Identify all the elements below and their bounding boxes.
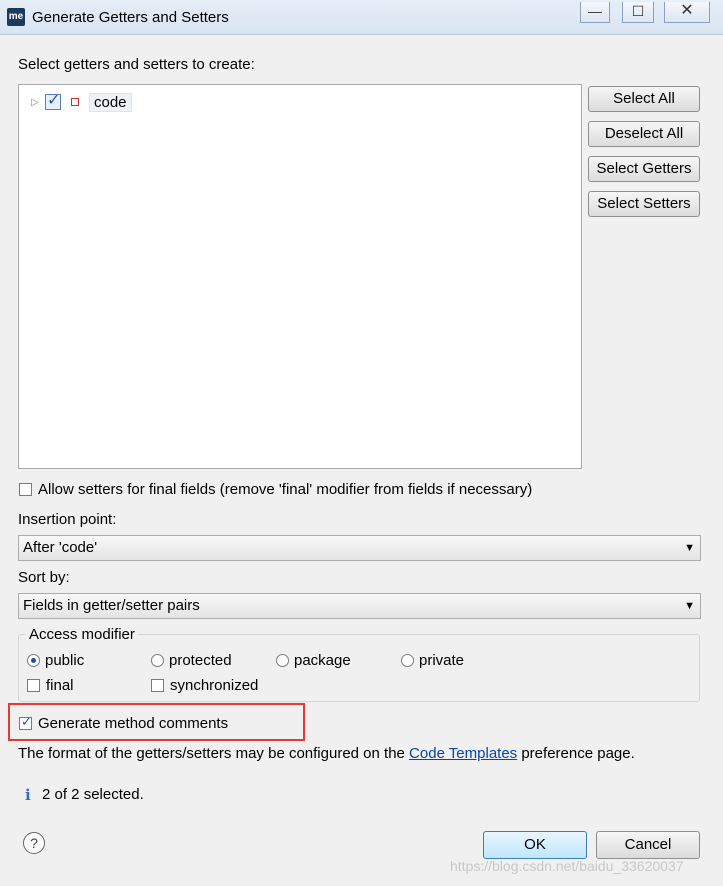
radio-protected[interactable]: protected [151, 652, 232, 669]
selection-status: 2 of 2 selected. [42, 786, 144, 803]
generate-comments-label: Generate method comments [38, 715, 229, 732]
title-bar: me Generate Getters and Setters — ☐ ✕ [0, 0, 723, 35]
radio-public-label: public [45, 652, 85, 669]
insertion-point-label: Insertion point: [18, 511, 117, 528]
select-setters-button[interactable]: Select Setters [588, 191, 700, 217]
access-modifier-group [18, 634, 700, 702]
radio-private-button[interactable] [401, 654, 414, 667]
select-getters-button[interactable]: Select Getters [588, 156, 700, 182]
help-icon[interactable]: ? [23, 832, 45, 854]
deselect-all-button[interactable]: Deselect All [588, 121, 700, 147]
ok-button[interactable]: OK [483, 831, 587, 859]
radio-protected-label: protected [169, 652, 232, 669]
select-all-button[interactable]: Select All [588, 86, 700, 112]
tree-item-checkbox[interactable] [45, 90, 61, 110]
allow-setters-final-option[interactable]: Allow setters for final fields (remove '… [19, 481, 532, 498]
radio-protected-button[interactable] [151, 654, 164, 667]
synchronized-label: synchronized [170, 677, 259, 694]
expand-arrow-icon[interactable]: ▷ [31, 97, 45, 108]
allow-setters-final-label: Allow setters for final fields (remove '… [38, 481, 533, 498]
minimize-button[interactable]: — [580, 2, 610, 23]
maximize-button[interactable]: ☐ [622, 2, 654, 23]
close-button[interactable]: ✕ [664, 2, 710, 23]
synchronized-checkbox[interactable] [151, 679, 164, 692]
tree-item[interactable]: ▷ code [31, 90, 132, 113]
radio-package-label: package [294, 652, 351, 669]
radio-public[interactable]: public [27, 652, 84, 669]
synchronized-option[interactable]: synchronized [151, 677, 258, 694]
radio-private-label: private [419, 652, 465, 669]
access-modifier-title: Access modifier [26, 626, 138, 643]
app-icon: me [7, 8, 25, 26]
allow-setters-final-checkbox[interactable] [19, 483, 32, 496]
format-note-prefix: The format of the getters/setters may be… [18, 745, 405, 762]
final-label: final [46, 677, 74, 694]
radio-package[interactable]: package [276, 652, 351, 669]
tree-section-label: Select getters and setters to create: [18, 56, 255, 73]
cancel-button[interactable]: Cancel [596, 831, 700, 859]
dropdown-arrow-icon: ▼ [684, 600, 695, 612]
final-checkbox[interactable] [27, 679, 40, 692]
generate-comments-checkbox[interactable] [19, 714, 32, 730]
sort-by-select[interactable]: Fields in getter/setter pairs ▼ [18, 593, 701, 619]
fields-tree[interactable]: ▷ code [18, 84, 582, 469]
insertion-point-value: After 'code' [23, 539, 98, 556]
radio-public-button[interactable] [27, 654, 40, 667]
dropdown-arrow-icon: ▼ [684, 542, 695, 554]
code-templates-link[interactable]: Code Templates [409, 745, 517, 762]
field-icon [71, 98, 79, 106]
sort-by-value: Fields in getter/setter pairs [23, 597, 200, 614]
format-note-suffix: preference page. [521, 745, 635, 762]
radio-package-button[interactable] [276, 654, 289, 667]
watermark: https://blog.csdn.net/baidu_33620037 [450, 858, 684, 874]
info-icon: i [25, 786, 31, 804]
insertion-point-select[interactable]: After 'code' ▼ [18, 535, 701, 561]
generate-comments-option[interactable]: Generate method comments [19, 714, 229, 732]
sort-by-label: Sort by: [18, 569, 70, 586]
final-option[interactable]: final [27, 677, 74, 694]
format-note: The format of the getters/setters may be… [18, 745, 635, 762]
tree-item-label: code [89, 92, 132, 112]
radio-private[interactable]: private [401, 652, 464, 669]
window-title: Generate Getters and Setters [32, 9, 229, 26]
